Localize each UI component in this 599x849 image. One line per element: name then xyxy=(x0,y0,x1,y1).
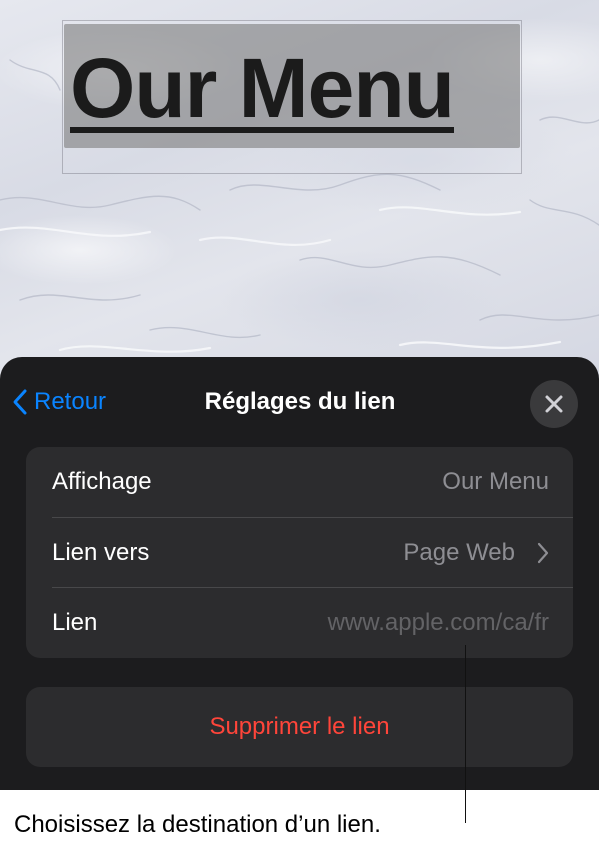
link-settings-group: Affichage Our Menu Lien vers Page Web Li… xyxy=(26,447,573,658)
row-link-to[interactable]: Lien vers Page Web xyxy=(26,518,573,588)
close-button[interactable] xyxy=(530,380,578,428)
chevron-right-icon xyxy=(537,542,549,564)
row-display-label: Affichage xyxy=(52,468,152,495)
document-canvas: Our Menu xyxy=(0,0,599,380)
row-link-to-value: Page Web xyxy=(403,539,515,566)
popover-title: Réglages du lien xyxy=(204,388,396,415)
remove-link-label: Supprimer le lien xyxy=(209,713,390,740)
chevron-left-icon xyxy=(13,389,27,415)
link-url-field[interactable]: www.apple.com/ca/fr xyxy=(328,609,549,637)
row-link[interactable]: Lien www.apple.com/ca/fr xyxy=(26,588,573,658)
callout-caption: Choisissez la destination d’un lien. xyxy=(14,811,381,838)
callout-leader-line xyxy=(465,645,466,823)
row-link-label: Lien xyxy=(52,609,98,636)
remove-link-button[interactable]: Supprimer le lien xyxy=(26,687,573,767)
row-display[interactable]: Affichage Our Menu xyxy=(26,447,573,517)
xmark-icon xyxy=(545,395,563,413)
row-link-to-label: Lien vers xyxy=(52,539,150,566)
back-button-label: Retour xyxy=(34,388,107,415)
row-display-value: Our Menu xyxy=(442,468,549,495)
back-button[interactable]: Retour xyxy=(12,384,106,420)
linked-title-text[interactable]: Our Menu xyxy=(70,38,520,138)
